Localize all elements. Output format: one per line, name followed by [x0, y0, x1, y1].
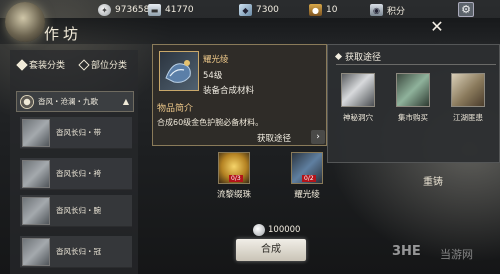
- title-emblem-icon: [5, 2, 45, 42]
- currency-ingot-value: 41770: [165, 5, 194, 15]
- currency-gem: ◆ 7300: [239, 3, 279, 17]
- chevron-right-icon: ›: [316, 132, 320, 142]
- material-count-badge: 0/3: [229, 175, 243, 182]
- divider: [336, 64, 496, 65]
- gem-icon: ◆: [239, 4, 252, 16]
- settings-gear-button[interactable]: ⚙: [458, 2, 474, 17]
- diamond-selected-icon: [16, 58, 28, 71]
- filter-set-tab[interactable]: 套装分类: [16, 58, 66, 71]
- gear-icon: ⚙: [461, 3, 471, 16]
- diamond-bullet-icon: [334, 52, 343, 61]
- item-name: 耀光绫: [203, 55, 229, 65]
- list-item-label: 沓风长归・腕: [56, 206, 101, 215]
- bracer-thumbnail: [22, 196, 50, 225]
- market-icon: [396, 73, 430, 107]
- silk-material-icon: [159, 51, 199, 91]
- group-label: 沓风・沧澜・九歌: [38, 97, 98, 106]
- jade-icon: ◉: [370, 4, 383, 16]
- list-item-trousers[interactable]: 沓风长归・袴: [20, 158, 132, 190]
- list-item-label: 沓风长归・带: [56, 128, 101, 137]
- material-bead[interactable]: 0/3 流黎缀珠: [214, 152, 254, 200]
- source-label: 神秘洞穴: [343, 113, 373, 122]
- equipment-group-header[interactable]: 沓风・沧澜・九歌 ▲: [16, 91, 134, 112]
- source-label: 集市购买: [398, 113, 428, 122]
- currency-points[interactable]: ◉ 积分: [370, 3, 405, 17]
- craft-cost-value: 100000: [268, 225, 301, 235]
- source-arrow-button[interactable]: ›: [311, 130, 325, 144]
- filter-part-tab[interactable]: 部位分类: [78, 58, 128, 71]
- source-market[interactable]: 集市购买: [393, 73, 433, 123]
- material-silk[interactable]: 0/2 耀光绫: [287, 152, 327, 200]
- silk-icon: 0/2: [291, 152, 323, 184]
- item-detail-card: 耀光绫 54级 装备合成材料 物品简介 合成60级金色护腕必备材料。 获取途径 …: [152, 44, 327, 146]
- silver-ingot-icon: ▬: [148, 4, 161, 16]
- filter-part-label: 部位分类: [91, 61, 128, 71]
- group-bullet-icon: [20, 94, 34, 109]
- trousers-thumbnail: [22, 159, 50, 188]
- reforge-tab[interactable]: 重铸: [423, 173, 443, 188]
- craft-button[interactable]: 合成: [236, 239, 306, 261]
- close-icon: ✕: [430, 17, 444, 36]
- crown-thumbnail: [22, 237, 50, 266]
- material-count-badge: 0/2: [302, 175, 316, 182]
- item-description: 合成60级金色护腕必备材料。: [157, 118, 264, 127]
- currency-silver: ✦ 973658: [98, 3, 149, 17]
- currency-gem-value: 7300: [256, 5, 279, 15]
- list-item-label: 沓风长归・袴: [56, 169, 101, 178]
- source-panel: 获取途径 神秘洞穴 集市购买 江湖匪患: [327, 44, 500, 163]
- list-item-bracer[interactable]: 沓风长归・腕: [20, 195, 132, 227]
- list-item-label: 沓风长归・冠: [56, 247, 101, 256]
- item-level: 54级: [203, 71, 223, 81]
- list-item-crown[interactable]: 沓风长归・冠: [20, 236, 132, 268]
- currency-silver-value: 973658: [115, 5, 150, 15]
- item-intro-heading: 物品简介: [157, 104, 194, 114]
- list-item-belt[interactable]: 沓风长归・带: [20, 117, 132, 149]
- cave-icon: [341, 73, 375, 107]
- source-heading-text: 获取途径: [345, 53, 382, 63]
- source-bandits[interactable]: 江湖匪患: [448, 73, 488, 123]
- silver-coin-icon: [253, 224, 265, 236]
- bandit-icon: [451, 73, 485, 107]
- source-label: 江湖匪患: [453, 113, 483, 122]
- currency-bag-value: 10: [326, 5, 338, 15]
- window-title: 作坊: [44, 25, 83, 43]
- material-label: 流黎缀珠: [216, 190, 251, 200]
- close-button[interactable]: ✕: [429, 19, 445, 35]
- currency-points-label: 积分: [387, 6, 406, 17]
- watermark-site: 当游网: [440, 248, 473, 261]
- watermark-logo: 3HE: [392, 244, 421, 259]
- currency-ingot: ▬ 41770: [148, 3, 194, 17]
- material-label: 耀光绫: [294, 190, 320, 200]
- item-type: 装备合成材料: [203, 86, 255, 96]
- source-mystic-cave[interactable]: 神秘洞穴: [338, 73, 378, 123]
- source-heading: 获取途径: [334, 50, 382, 63]
- currency-bag: ● 10: [309, 3, 337, 17]
- craft-cost: 100000: [253, 224, 300, 236]
- chevron-up-icon: ▲: [122, 97, 129, 106]
- bead-icon: 0/3: [218, 152, 250, 184]
- source-link[interactable]: 获取途径: [257, 132, 291, 144]
- filter-set-label: 套装分类: [29, 61, 66, 71]
- currency-bar: ✦ 973658 ▬ 41770 ◆ 7300 ● 10 ◉ 积分 ⚙: [0, 0, 500, 20]
- bag-icon: ●: [309, 4, 322, 16]
- diamond-icon: [78, 58, 90, 71]
- belt-thumbnail: [22, 118, 50, 147]
- silver-coin-icon: ✦: [98, 4, 111, 16]
